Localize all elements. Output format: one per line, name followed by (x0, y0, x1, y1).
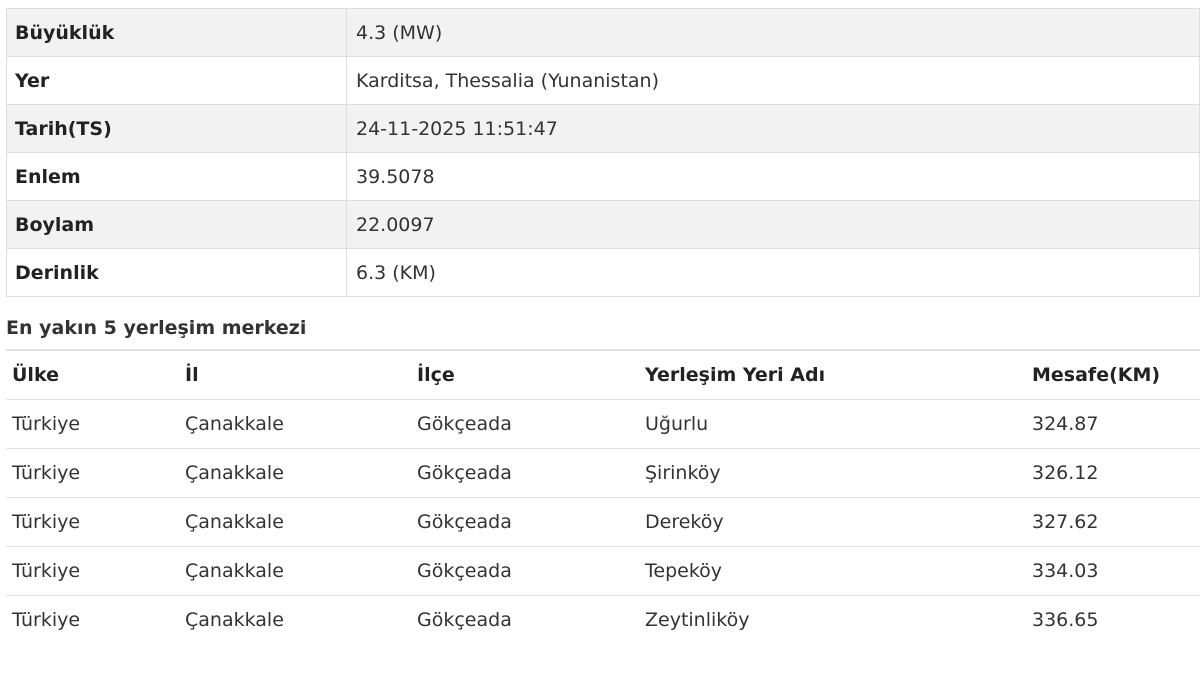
cell-district: Gökçeada (411, 546, 639, 596)
cell-settlement: Zeytinliköy (639, 595, 1026, 644)
table-row: Türkiye Çanakkale Gökçeada Zeytinliköy 3… (6, 595, 1200, 644)
column-header-district: İlçe (411, 349, 639, 400)
detail-key: Yer (6, 56, 347, 105)
cell-settlement: Şirinköy (639, 448, 1026, 498)
detail-row-location: Yer Karditsa, Thessalia (Yunanistan) (6, 56, 1200, 105)
detail-value: 6.3 (KM) (346, 248, 1200, 297)
detail-key: Enlem (6, 152, 347, 201)
cell-settlement: Uğurlu (639, 399, 1026, 449)
nearby-settlements-title: En yakın 5 yerleşim merkezi (6, 317, 307, 339)
detail-value: 4.3 (MW) (346, 8, 1200, 57)
cell-distance: 324.87 (1026, 399, 1200, 449)
cell-district: Gökçeada (411, 497, 639, 547)
nearby-settlements-table: Ülke İl İlçe Yerleşim Yeri Adı Mesafe(KM… (6, 349, 1200, 644)
detail-key: Boylam (6, 200, 347, 249)
cell-country: Türkiye (6, 497, 179, 547)
cell-country: Türkiye (6, 448, 179, 498)
cell-district: Gökçeada (411, 448, 639, 498)
detail-row-longitude: Boylam 22.0097 (6, 200, 1200, 249)
table-row: Türkiye Çanakkale Gökçeada Şirinköy 326.… (6, 448, 1200, 498)
detail-row-latitude: Enlem 39.5078 (6, 152, 1200, 201)
cell-distance: 326.12 (1026, 448, 1200, 498)
cell-country: Türkiye (6, 399, 179, 449)
detail-value: 24-11-2025 11:51:47 (346, 104, 1200, 153)
cell-district: Gökçeada (411, 399, 639, 449)
cell-settlement: Dereköy (639, 497, 1026, 547)
table-row: Türkiye Çanakkale Gökçeada Uğurlu 324.87 (6, 399, 1200, 449)
cell-province: Çanakkale (179, 448, 411, 498)
detail-key: Derinlik (6, 248, 347, 297)
cell-settlement: Tepeköy (639, 546, 1026, 596)
cell-country: Türkiye (6, 546, 179, 596)
cell-distance: 334.03 (1026, 546, 1200, 596)
cell-country: Türkiye (6, 595, 179, 644)
earthquake-details-table: Büyüklük 4.3 (MW) Yer Karditsa, Thessali… (6, 8, 1200, 297)
cell-distance: 327.62 (1026, 497, 1200, 547)
detail-value: Karditsa, Thessalia (Yunanistan) (346, 56, 1200, 105)
detail-key: Tarih(TS) (6, 104, 347, 153)
detail-value: 22.0097 (346, 200, 1200, 249)
cell-distance: 336.65 (1026, 595, 1200, 644)
detail-row-date: Tarih(TS) 24-11-2025 11:51:47 (6, 104, 1200, 153)
earthquake-info: Büyüklük 4.3 (MW) Yer Karditsa, Thessali… (6, 8, 1200, 644)
detail-key: Büyüklük (6, 8, 347, 57)
detail-row-depth: Derinlik 6.3 (KM) (6, 248, 1200, 297)
cell-province: Çanakkale (179, 595, 411, 644)
table-row: Türkiye Çanakkale Gökçeada Dereköy 327.6… (6, 497, 1200, 547)
cell-district: Gökçeada (411, 595, 639, 644)
detail-row-magnitude: Büyüklük 4.3 (MW) (6, 8, 1200, 57)
column-header-distance: Mesafe(KM) (1026, 349, 1200, 400)
table-row: Türkiye Çanakkale Gökçeada Tepeköy 334.0… (6, 546, 1200, 596)
cell-province: Çanakkale (179, 497, 411, 547)
detail-value: 39.5078 (346, 152, 1200, 201)
column-header-country: Ülke (6, 349, 179, 400)
column-header-settlement: Yerleşim Yeri Adı (639, 349, 1026, 400)
column-header-province: İl (179, 349, 411, 400)
cell-province: Çanakkale (179, 546, 411, 596)
table-header-row: Ülke İl İlçe Yerleşim Yeri Adı Mesafe(KM… (6, 349, 1200, 400)
cell-province: Çanakkale (179, 399, 411, 449)
